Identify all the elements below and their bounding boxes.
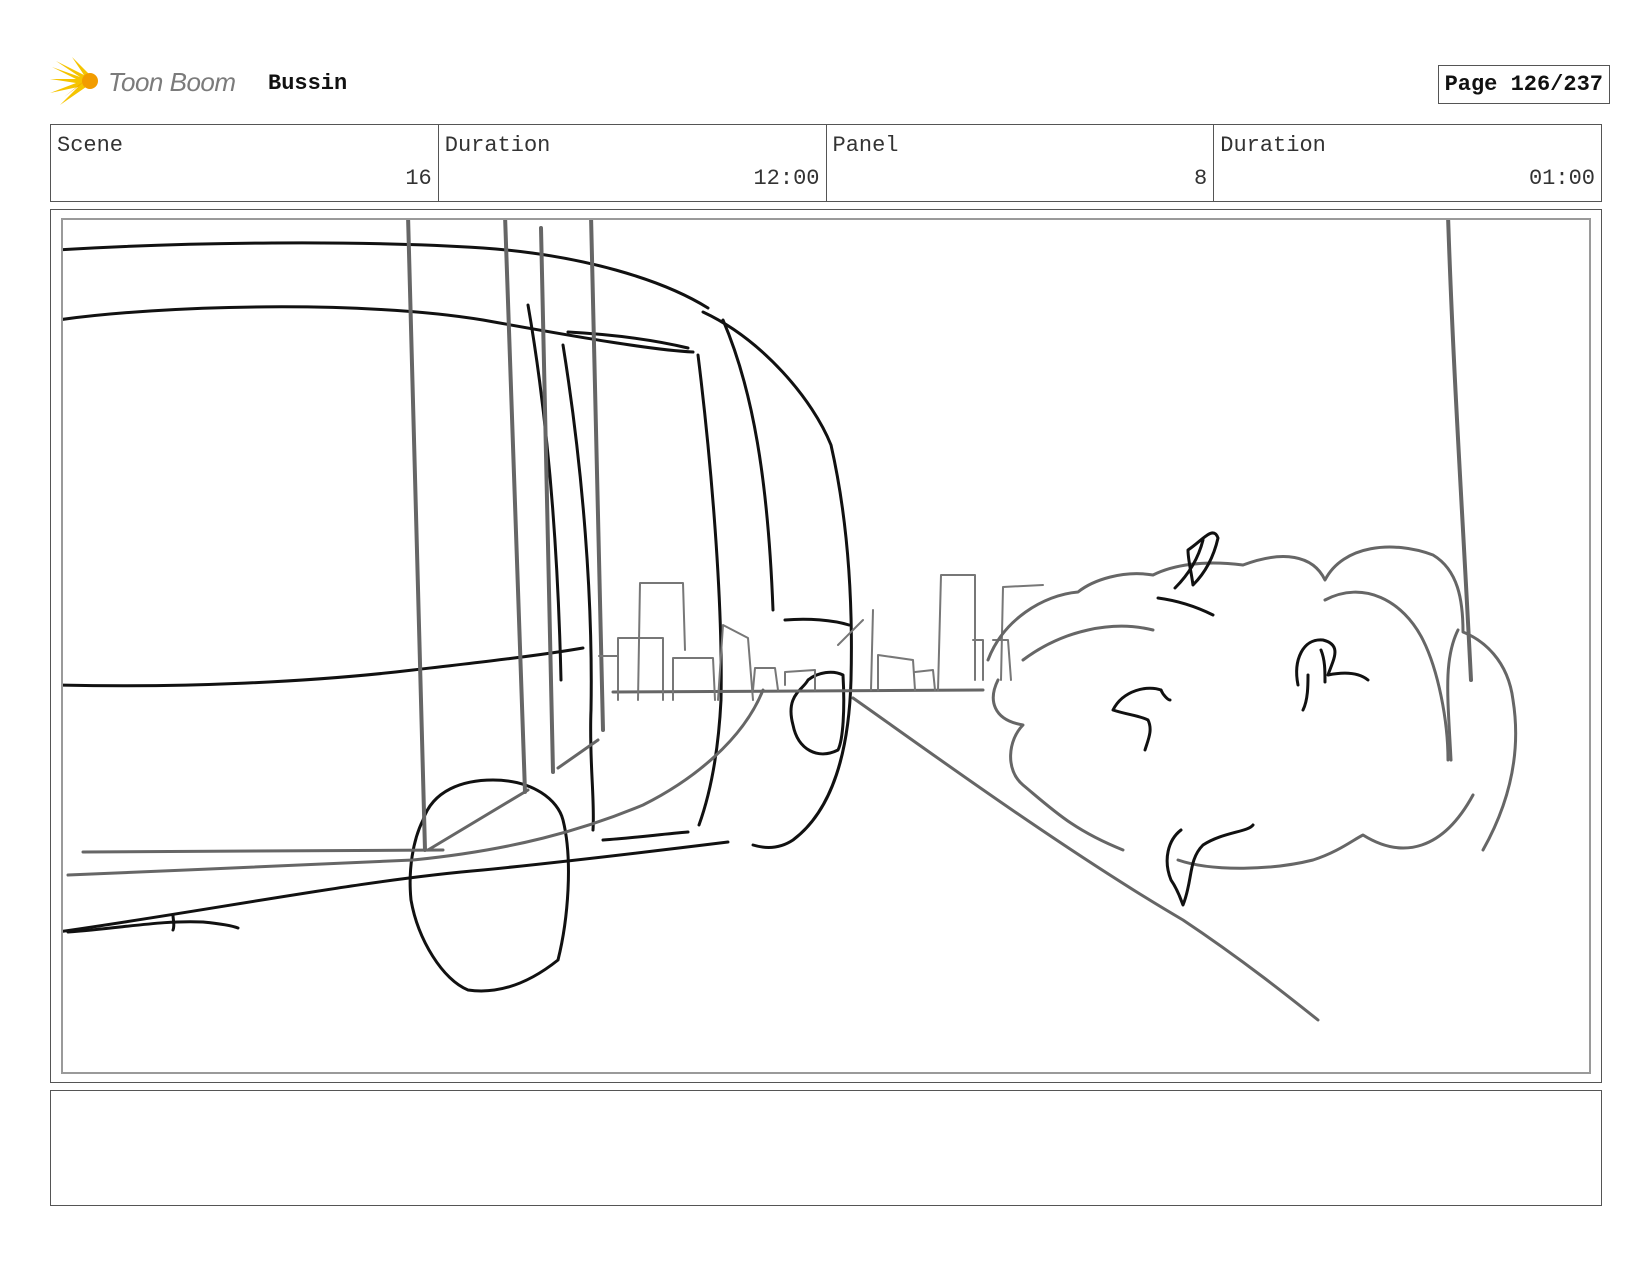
sunburst-icon <box>50 57 98 105</box>
storyboard-sketch <box>63 220 1518 1022</box>
page-number: Page 126/237 <box>1437 65 1610 104</box>
scene-duration-cell: Duration 12:00 <box>439 125 827 201</box>
logo-wordmark: Toon Boom <box>108 67 236 97</box>
bus-sketch <box>63 241 853 993</box>
skyline-sketch <box>598 574 1044 701</box>
panel-cell: Panel 8 <box>827 125 1215 201</box>
scene-info-table: Scene 16 Duration 12:00 Panel 8 Duration… <box>50 124 1602 202</box>
scene-value: 16 <box>405 166 432 191</box>
bush-sketch <box>986 545 1518 870</box>
scene-duration-value: 12:00 <box>753 166 820 191</box>
scene-cell: Scene 16 <box>51 125 439 201</box>
panel-label: Panel <box>832 133 899 158</box>
panel-drawing-area <box>61 218 1591 1074</box>
panel-duration-label: Duration <box>1220 133 1326 158</box>
panel-duration-value: 01:00 <box>1528 166 1595 191</box>
scene-label: Scene <box>57 133 124 158</box>
project-title: Bussin <box>268 71 348 96</box>
leaf-sketch <box>1111 531 1370 907</box>
scene-duration-label: Duration <box>444 133 551 158</box>
panel-duration-cell: Duration 01:00 <box>1214 125 1601 201</box>
storyboard-panel <box>50 209 1602 1083</box>
street-sketch <box>66 688 1320 1022</box>
pole-sketch <box>406 220 1473 852</box>
panel-value: 8 <box>1194 166 1208 191</box>
toon-boom-logo: Toon Boom <box>50 57 250 107</box>
page-header: Toon Boom Bussin Page 126/237 <box>50 55 1610 107</box>
panel-notes <box>50 1090 1602 1206</box>
